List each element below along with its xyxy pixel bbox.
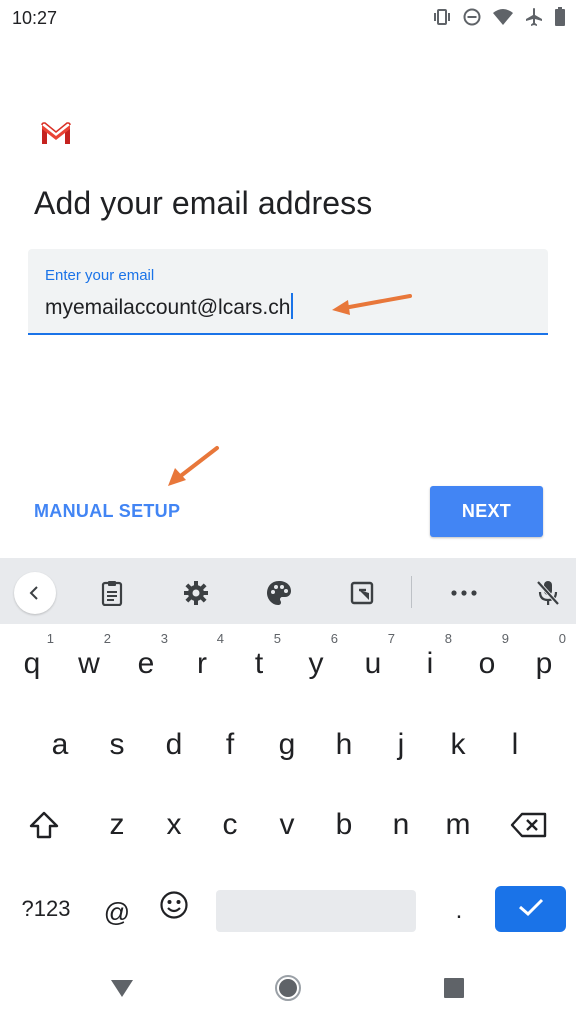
- key-u[interactable]: u7: [347, 629, 399, 699]
- key-x[interactable]: x: [148, 790, 200, 860]
- status-time: 10:27: [12, 8, 58, 28]
- period-key[interactable]: .: [433, 876, 485, 946]
- key-b[interactable]: b: [318, 790, 370, 860]
- email-field-value[interactable]: myemailaccount@lcars.ch: [45, 296, 290, 319]
- key-o[interactable]: o9: [461, 629, 513, 699]
- key-hint: 4: [216, 631, 224, 646]
- resize-icon[interactable]: [347, 578, 377, 608]
- vibrate-icon: [432, 7, 452, 27]
- at-key[interactable]: @: [91, 877, 143, 947]
- shift-icon: [28, 810, 60, 848]
- key-label: u: [364, 647, 382, 680]
- key-a[interactable]: a: [34, 710, 86, 780]
- nav-back-icon[interactable]: [108, 974, 136, 1002]
- key-hint: 3: [160, 631, 168, 646]
- key-hint: 5: [273, 631, 281, 646]
- mic-off-icon[interactable]: [533, 578, 563, 608]
- key-c[interactable]: c: [204, 790, 256, 860]
- soft-keyboard: q1 w2 e3 r4 t5 y6 u7 i8 o9 p0 a s d f g …: [0, 558, 576, 950]
- key-i[interactable]: i8: [404, 629, 456, 699]
- palette-icon[interactable]: [264, 578, 294, 608]
- check-icon: [517, 896, 545, 923]
- key-hint: 7: [387, 631, 395, 646]
- key-l[interactable]: l: [489, 710, 541, 780]
- space-key[interactable]: [216, 890, 416, 932]
- text-cursor: [291, 293, 294, 319]
- key-hint: 9: [501, 631, 509, 646]
- status-icons: [432, 7, 566, 27]
- key-label: q: [23, 647, 41, 680]
- key-d[interactable]: d: [148, 710, 200, 780]
- key-hint: 2: [103, 631, 111, 646]
- airplane-icon: [524, 7, 544, 27]
- key-label: t: [254, 647, 264, 680]
- key-j[interactable]: j: [375, 710, 427, 780]
- key-f[interactable]: f: [204, 710, 256, 780]
- key-label: r: [197, 647, 207, 680]
- key-y[interactable]: y6: [290, 629, 342, 699]
- nav-recents-icon[interactable]: [440, 974, 468, 1002]
- manual-setup-button[interactable]: MANUAL SETUP: [34, 501, 180, 522]
- email-field[interactable]: Enter your email myemailaccount@lcars.ch: [28, 249, 548, 335]
- key-hint: 6: [330, 631, 338, 646]
- key-z[interactable]: z: [91, 790, 143, 860]
- wifi-icon: [492, 7, 514, 27]
- gmail-logo: [40, 122, 72, 146]
- key-hint: 1: [46, 631, 54, 646]
- key-h[interactable]: h: [318, 710, 370, 780]
- key-label: i: [426, 647, 434, 680]
- key-label: p: [535, 647, 553, 680]
- key-p[interactable]: p0: [518, 629, 570, 699]
- key-q[interactable]: q1: [6, 629, 58, 699]
- key-g[interactable]: g: [261, 710, 313, 780]
- nav-home-icon[interactable]: [274, 974, 302, 1002]
- key-label: w: [78, 647, 100, 680]
- key-t[interactable]: t5: [233, 629, 285, 699]
- keyboard-keys: q1 w2 e3 r4 t5 y6 u7 i8 o9 p0 a s d f g …: [0, 624, 576, 950]
- key-m[interactable]: m: [432, 790, 484, 860]
- key-v[interactable]: v: [261, 790, 313, 860]
- annotation-arrow-icon: [332, 294, 412, 315]
- email-field-value-wrap: myemailaccount@lcars.ch: [45, 293, 294, 320]
- key-n[interactable]: n: [375, 790, 427, 860]
- do-not-disturb-icon: [462, 7, 482, 27]
- page-title: Add your email address: [34, 185, 373, 221]
- shift-key[interactable]: [18, 794, 70, 864]
- backspace-icon: [510, 812, 548, 846]
- navigation-bar: [0, 950, 576, 1024]
- key-r[interactable]: r4: [176, 629, 228, 699]
- keyboard-toolbar: [0, 558, 576, 624]
- key-label: y: [308, 647, 324, 680]
- key-k[interactable]: k: [432, 710, 484, 780]
- settings-icon[interactable]: [181, 578, 211, 608]
- backspace-key[interactable]: [503, 794, 555, 864]
- toolbar-divider: [411, 576, 412, 608]
- key-label: o: [478, 647, 496, 680]
- more-icon[interactable]: [449, 578, 479, 608]
- email-field-label: Enter your email: [45, 267, 155, 284]
- emoji-key[interactable]: [148, 874, 200, 944]
- key-w[interactable]: w2: [63, 629, 115, 699]
- clipboard-icon[interactable]: [97, 578, 127, 608]
- emoji-icon: [159, 890, 189, 928]
- key-hint: 0: [558, 631, 566, 646]
- key-label: e: [137, 647, 155, 680]
- back-icon[interactable]: [14, 572, 56, 614]
- enter-key[interactable]: [495, 886, 566, 932]
- key-e[interactable]: e3: [120, 629, 172, 699]
- key-s[interactable]: s: [91, 710, 143, 780]
- next-button[interactable]: NEXT: [430, 486, 543, 537]
- status-bar: 10:27: [0, 0, 576, 36]
- key-hint: 8: [444, 631, 452, 646]
- battery-icon: [554, 7, 566, 27]
- symbols-key[interactable]: ?123: [18, 874, 74, 944]
- annotation-arrow-icon: [168, 446, 219, 486]
